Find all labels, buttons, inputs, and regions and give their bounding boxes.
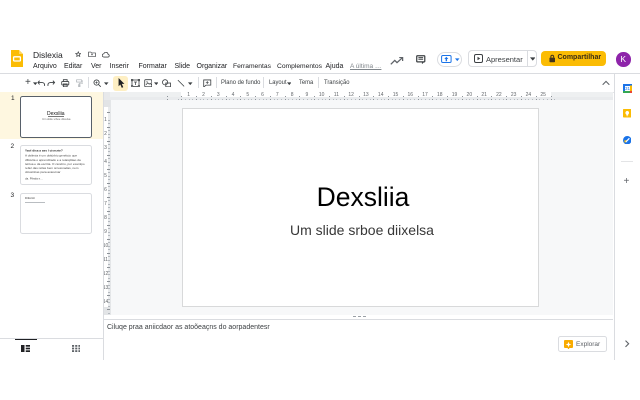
- svg-text:31: 31: [624, 86, 630, 91]
